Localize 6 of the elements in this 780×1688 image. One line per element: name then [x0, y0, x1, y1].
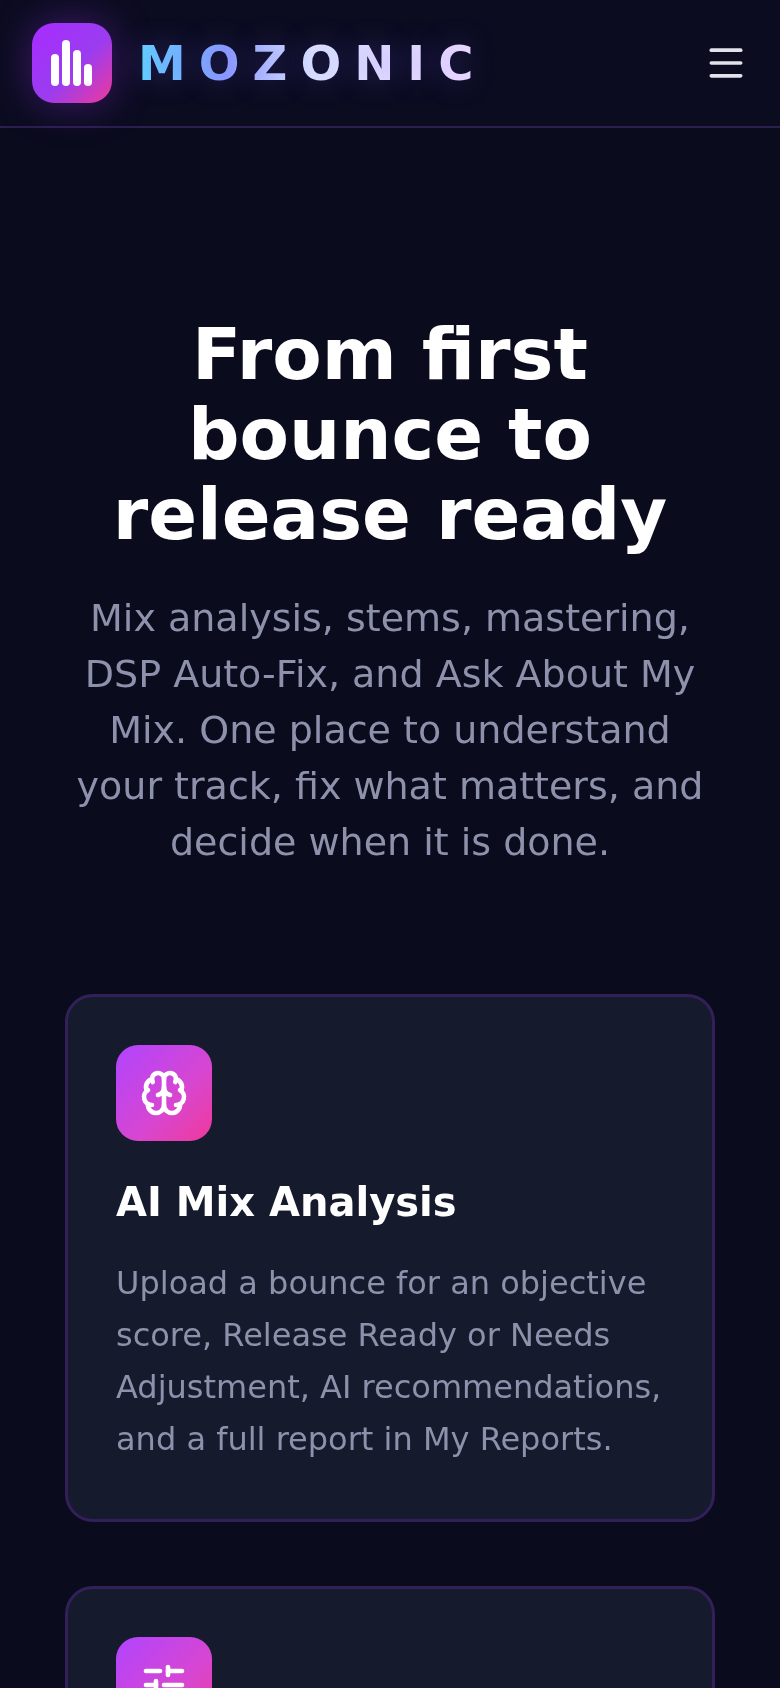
hero-title: From first bounce to release ready — [111, 314, 669, 554]
feature-title: AI Mix Analysis — [116, 1179, 458, 1225]
brain-icon — [140, 1069, 188, 1117]
feature-description: Upload a bounce for an objective score, Release Ready or Needs Adjustment, AI recommendations, and a full report in My Reports. — [116, 1263, 663, 1460]
bars-icon — [49, 40, 95, 86]
hero-subtitle: Mix analysis, stems, mastering, DSP Auto-Fix, and Ask About My Mix. One place to understand your track, fix what matters, and decide when it is done. — [75, 595, 705, 866]
